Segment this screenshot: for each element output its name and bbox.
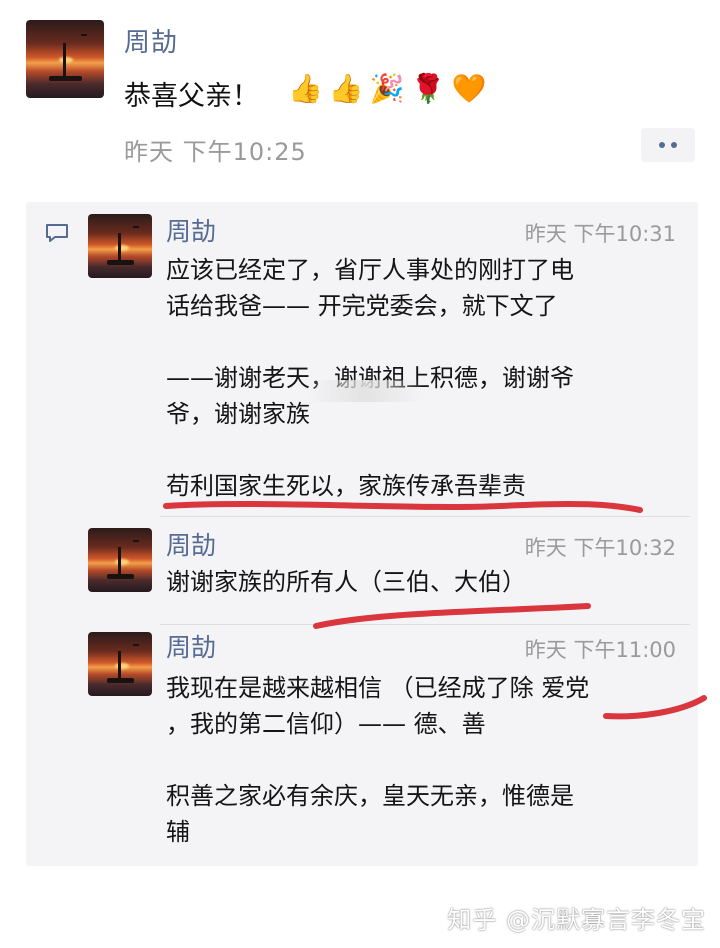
more-options-button[interactable] — [641, 128, 695, 162]
blur-overlay — [306, 380, 424, 402]
comment-timestamp: 昨天 下午10:32 — [524, 536, 676, 560]
comment-avatar[interactable] — [88, 528, 152, 592]
orange-heart-icon: 🧡 — [451, 72, 487, 105]
dot-icon — [671, 142, 677, 148]
source-watermark: 知乎 @沉默寡言李冬宝 — [447, 906, 706, 934]
comment-text: 谢谢家族的所有人（三伯、大伯） — [166, 568, 526, 596]
comment-icon — [46, 224, 68, 242]
comment-divider — [160, 624, 690, 625]
comment-avatar[interactable] — [88, 214, 152, 278]
post-emojis: 👍 👍 🎉 🌹 🧡 — [288, 72, 486, 105]
party-popper-icon: 🎉 — [369, 72, 405, 105]
dot-icon — [659, 142, 665, 148]
comment-divider — [160, 516, 690, 517]
rose-icon: 🌹 — [410, 72, 446, 105]
post-text: 恭喜父亲！ — [124, 81, 259, 112]
comment-author-name[interactable]: 周劼 — [166, 628, 216, 664]
thumbs-up-icon: 👍 — [288, 72, 323, 105]
post-timestamp: 昨天 下午10:25 — [124, 138, 307, 166]
comment-author-name[interactable]: 周劼 — [166, 526, 216, 562]
comment-avatar[interactable] — [88, 632, 152, 696]
comment-text: 应该已经定了，省厅人事处的刚打了电 话给我爸—— 开完党委会，就下文了 ——谢谢… — [166, 256, 574, 500]
thumbs-up-icon: 👍 — [328, 72, 364, 105]
post-author-name[interactable]: 周劼 — [124, 22, 178, 59]
comment-timestamp: 昨天 下午10:31 — [524, 222, 676, 246]
post-author-avatar[interactable] — [26, 20, 104, 98]
comment-author-name[interactable]: 周劼 — [166, 212, 216, 248]
comment-text: 我现在是越来越相信 （已经成了除 爱党 ，我的第二信仰）—— 德、善 积善之家必… — [166, 674, 590, 846]
comment-timestamp: 昨天 下午11:00 — [524, 638, 676, 662]
